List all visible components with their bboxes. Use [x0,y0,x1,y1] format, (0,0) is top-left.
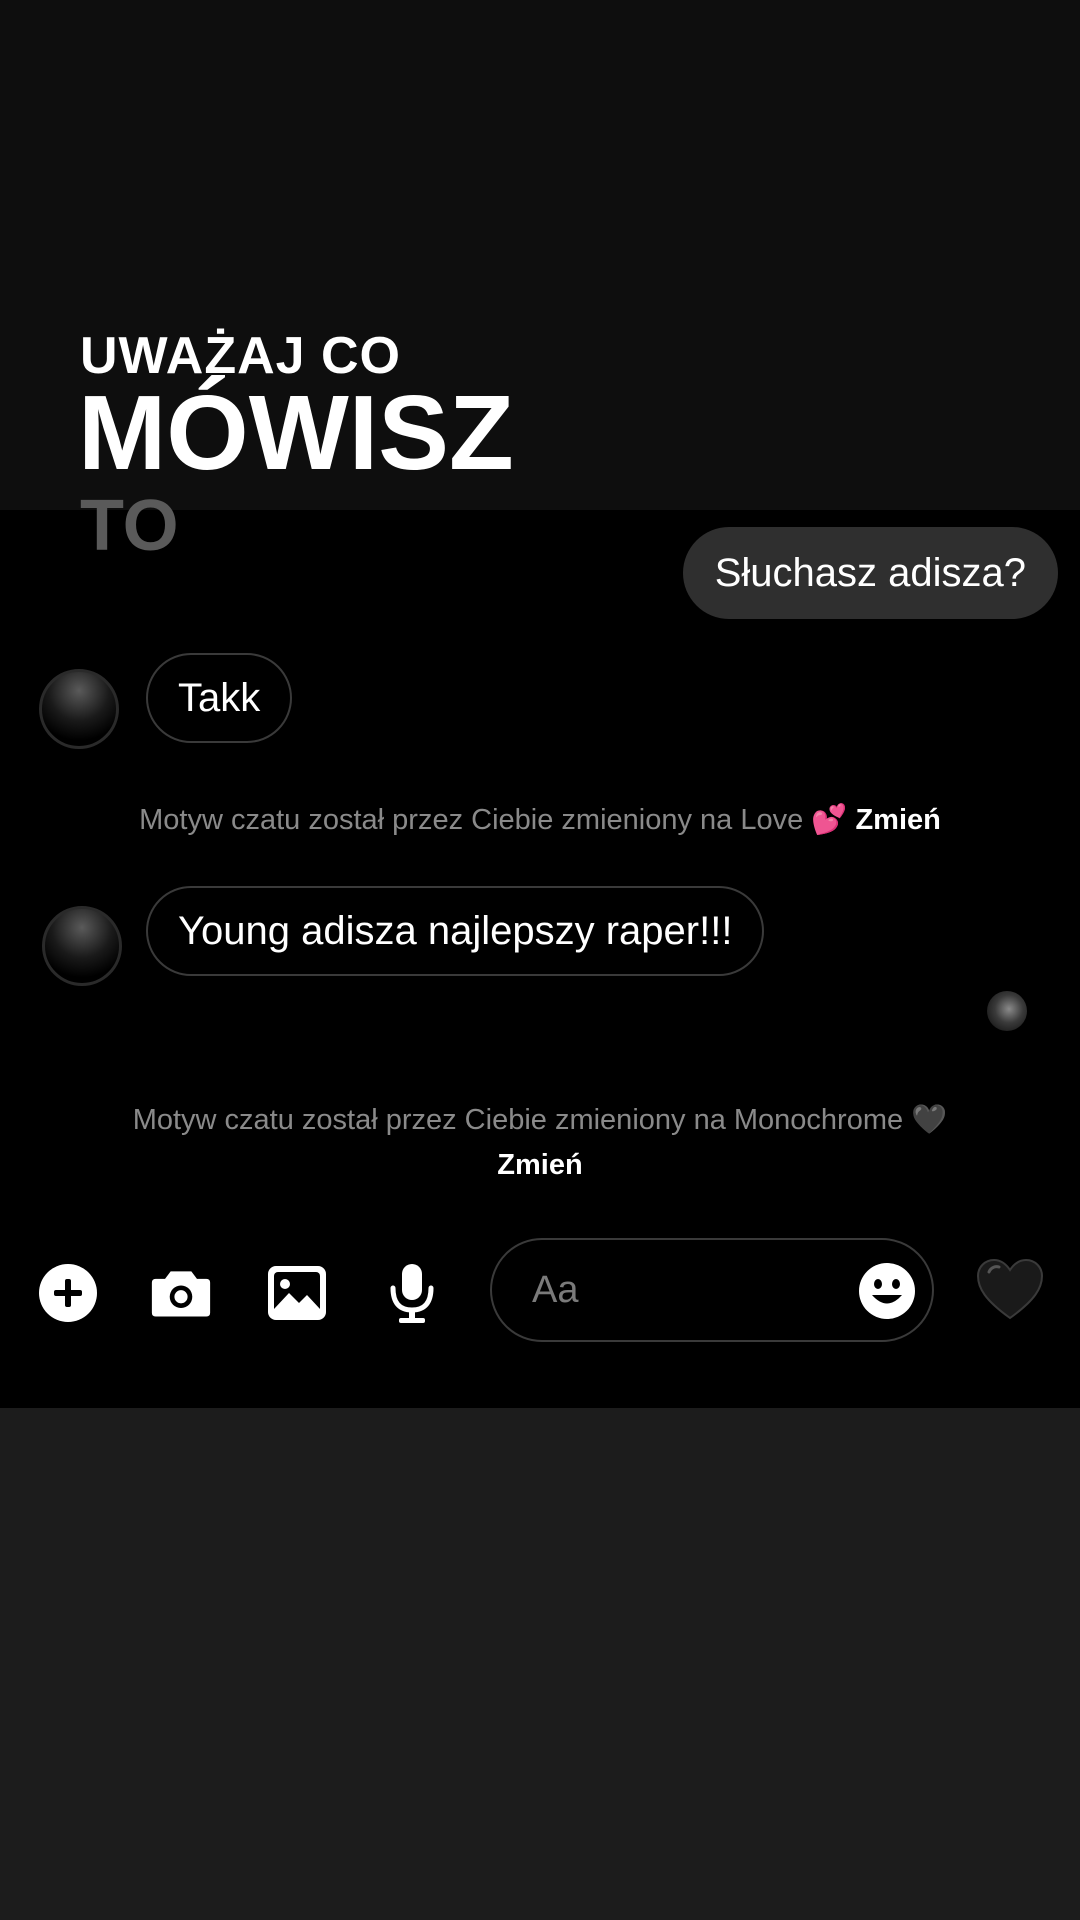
system-message-theme-love: Motyw czatu został przez Ciebie zmienion… [0,803,1080,837]
incoming-message-bubble[interactable]: Takk [146,653,293,743]
read-receipt-avatar [987,991,1027,1031]
system-message-theme-monochrome: Motyw czatu został przez Ciebie zmienion… [0,1103,1080,1182]
microphone-icon[interactable] [381,1262,443,1324]
overlay-text-line-3: TO [80,486,179,566]
image-icon[interactable] [266,1262,328,1324]
message-input[interactable]: Aa [490,1238,934,1342]
system-message-text: Motyw czatu został przez Ciebie zmienion… [139,804,848,836]
change-theme-link[interactable]: Zmień [855,804,940,836]
overlay-text-line-2: MÓWISZ [78,374,514,492]
system-message-text: Motyw czatu został przez Ciebie zmienion… [132,1104,948,1136]
outgoing-message-bubble[interactable]: Słuchasz adisza? [682,527,1058,619]
sender-avatar[interactable] [39,669,119,749]
emoji-icon[interactable] [858,1262,916,1320]
incoming-message-bubble[interactable]: Young adisza najlepszy raper!!! [146,886,765,976]
change-theme-link[interactable]: Zmień [0,1149,1080,1182]
camera-icon[interactable] [150,1262,212,1324]
plus-circle-icon[interactable] [37,1262,99,1324]
empty-bottom-area [0,1408,1080,1920]
sender-avatar[interactable] [42,906,122,986]
message-input-placeholder: Aa [532,1269,579,1311]
black-heart-icon[interactable] [975,1258,1045,1328]
